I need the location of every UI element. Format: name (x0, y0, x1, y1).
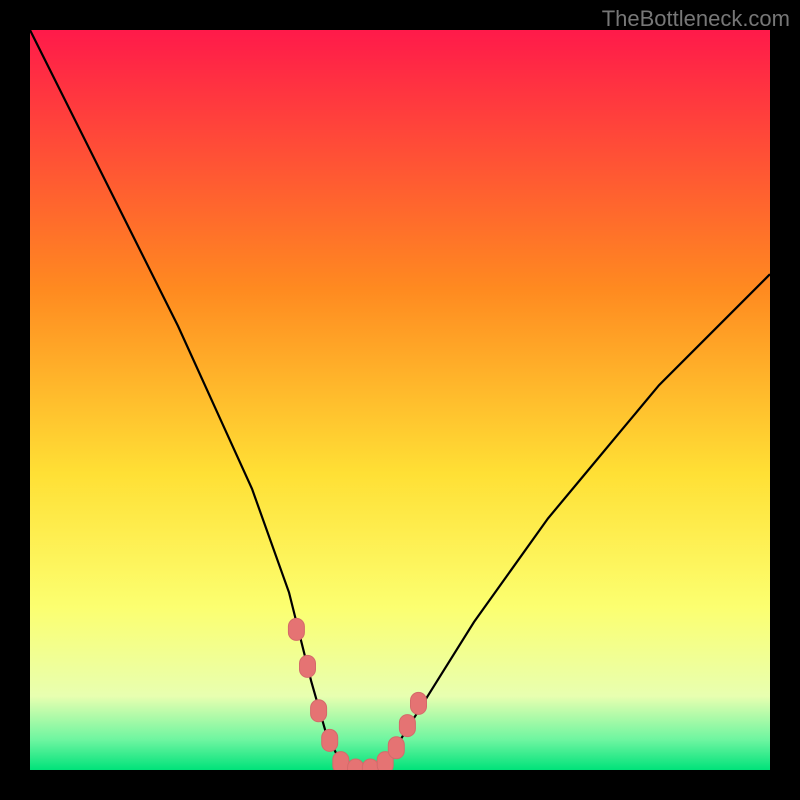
highlight-marker (311, 700, 327, 722)
highlight-marker (348, 759, 364, 770)
highlight-marker (333, 752, 349, 770)
highlight-marker (388, 737, 404, 759)
highlight-marker (300, 655, 316, 677)
watermark-text: TheBottleneck.com (602, 6, 790, 32)
highlight-marker (322, 729, 338, 751)
gradient-background (30, 30, 770, 770)
bottleneck-chart (30, 30, 770, 770)
highlight-marker (288, 618, 304, 640)
highlight-marker (399, 715, 415, 737)
highlight-marker (411, 692, 427, 714)
highlight-marker (362, 759, 378, 770)
plot-area (30, 30, 770, 770)
